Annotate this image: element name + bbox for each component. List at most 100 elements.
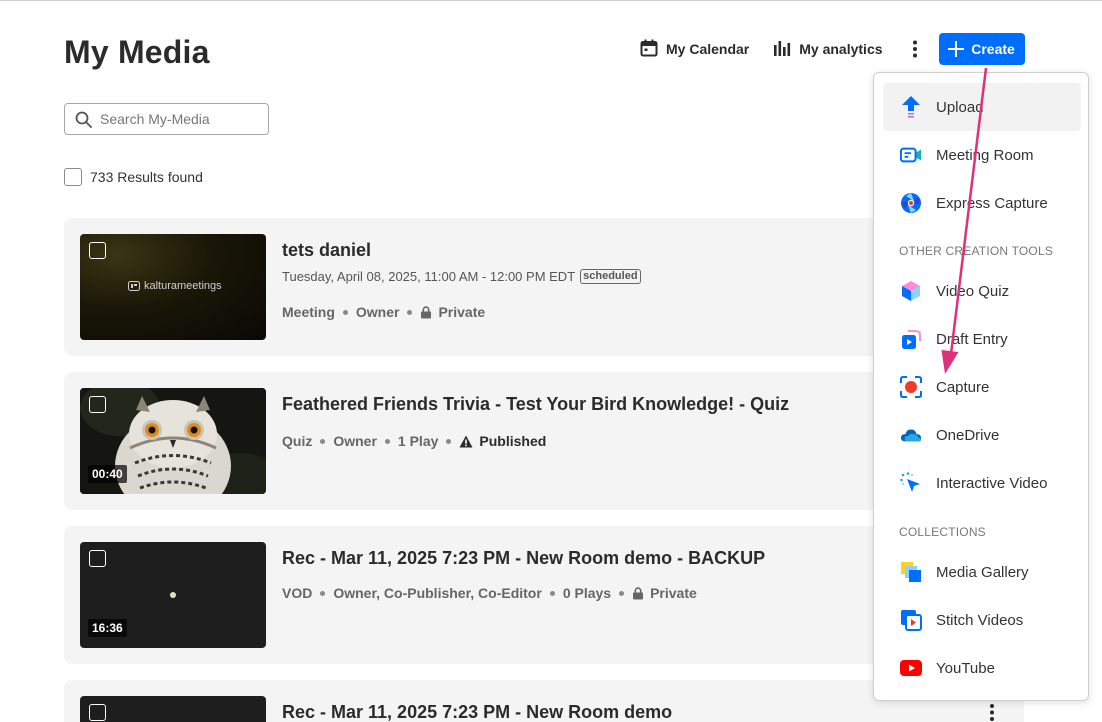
youtube-icon	[900, 657, 922, 679]
entry-actions-button[interactable]	[984, 700, 1000, 722]
entry-plays: 1 Play	[397, 433, 439, 449]
more-vertical-icon	[990, 704, 994, 721]
plus-icon	[948, 41, 965, 57]
create-label: Create	[971, 41, 1015, 57]
entry-status: Published	[479, 433, 547, 449]
menu-item-youtube[interactable]: YouTube	[883, 644, 1081, 692]
entry-thumbnail[interactable]: 16:36	[80, 542, 266, 648]
my-calendar-label: My Calendar	[666, 41, 750, 57]
meta-separator	[320, 590, 326, 596]
search-input[interactable]	[100, 111, 260, 127]
express-capture-icon	[900, 192, 922, 214]
entry-role: Owner	[355, 304, 400, 320]
menu-item-label: Media Gallery	[936, 563, 1029, 581]
entry-date: Tuesday, April 08, 2025, 11:00 AM - 12:0…	[282, 269, 641, 284]
entry-thumbnail[interactable]: 00:40	[80, 388, 266, 494]
interactive-video-icon	[900, 472, 922, 494]
upload-icon	[900, 96, 922, 118]
menu-item-meeting-room[interactable]: Meeting Room	[883, 131, 1081, 179]
meta-separator	[320, 438, 326, 444]
entry-meta: Meeting Owner Private	[282, 304, 485, 320]
entry-role: Owner, Co-Publisher, Co-Editor	[333, 585, 542, 601]
entry-checkbox[interactable]	[89, 704, 106, 721]
meta-separator	[384, 438, 390, 444]
video-quiz-icon	[900, 280, 922, 302]
menu-item-label: Capture	[936, 378, 990, 396]
stitch-videos-icon	[900, 609, 922, 631]
entry-thumbnail[interactable]: kalturameetings	[80, 234, 266, 340]
select-all-checkbox[interactable]	[64, 168, 82, 186]
menu-item-label: Meeting Room	[936, 146, 1034, 164]
entry-thumbnail[interactable]	[80, 696, 266, 722]
results-count: 733 Results found	[90, 169, 203, 185]
create-button[interactable]: Create	[938, 33, 1025, 65]
entry-type: Quiz	[282, 433, 313, 449]
create-dropdown-menu: Upload Meeting Room Express Capture OTHE…	[873, 72, 1089, 701]
onedrive-icon	[900, 424, 922, 446]
entry-role: Owner	[333, 433, 377, 449]
meta-separator	[619, 590, 625, 596]
menu-item-capture[interactable]: Capture	[883, 363, 1081, 411]
calendar-icon	[640, 39, 658, 60]
header-actions: My Calendar My analytics Create	[640, 33, 1025, 65]
menu-item-upload[interactable]: Upload	[883, 83, 1081, 131]
entry-title[interactable]: Rec - Mar 11, 2025 7:23 PM - New Room de…	[282, 548, 765, 569]
menu-item-video-quiz[interactable]: Video Quiz	[883, 267, 1081, 315]
lock-icon	[632, 586, 644, 600]
my-analytics-label: My analytics	[799, 41, 883, 57]
menu-item-media-gallery[interactable]: Media Gallery	[883, 548, 1081, 596]
meta-separator	[342, 309, 348, 315]
analytics-icon	[773, 39, 791, 60]
menu-item-stitch-videos[interactable]: Stitch Videos	[883, 596, 1081, 644]
entry-title[interactable]: Feathered Friends Trivia - Test Your Bir…	[282, 394, 789, 415]
menu-item-onedrive[interactable]: OneDrive	[883, 411, 1081, 459]
entry-meta: VOD Owner, Co-Publisher, Co-Editor 0 Pla…	[282, 585, 697, 601]
entry-type: VOD	[282, 585, 313, 601]
media-gallery-icon	[900, 561, 922, 583]
menu-item-label: YouTube	[936, 659, 995, 677]
meeting-room-icon	[900, 144, 922, 166]
entry-checkbox[interactable]	[89, 550, 106, 567]
kaltura-meetings-logo: kalturameetings	[128, 280, 222, 292]
search-field[interactable]	[64, 103, 269, 135]
menu-item-label: OneDrive	[936, 426, 1000, 444]
entry-checkbox[interactable]	[89, 242, 106, 259]
menu-item-label: Express Capture	[936, 194, 1048, 212]
menu-item-interactive-video[interactable]: Interactive Video	[883, 459, 1081, 507]
more-vertical-icon	[912, 40, 917, 58]
more-options-button[interactable]	[905, 33, 925, 65]
top-divider	[0, 0, 1102, 1]
meta-separator	[407, 309, 413, 315]
status-badge: scheduled	[580, 269, 641, 284]
capture-icon	[900, 376, 922, 398]
entry-title[interactable]: tets daniel	[282, 240, 371, 261]
draft-entry-icon	[900, 328, 922, 350]
menu-item-label: Upload	[936, 98, 984, 116]
entry-meta: Quiz Owner 1 Play Published	[282, 433, 546, 449]
entry-checkbox[interactable]	[89, 396, 106, 413]
menu-item-label: Stitch Videos	[936, 611, 1024, 629]
meta-separator	[446, 438, 452, 444]
entry-type: Meeting	[282, 304, 335, 320]
meta-separator	[549, 590, 555, 596]
entry-privacy: Private	[438, 304, 486, 320]
entry-title[interactable]: Rec - Mar 11, 2025 7:23 PM - New Room de…	[282, 702, 672, 722]
menu-item-label: Video Quiz	[936, 282, 1010, 300]
results-row: 733 Results found	[64, 168, 203, 186]
duration-badge: 00:40	[88, 465, 127, 483]
my-analytics-link[interactable]: My analytics	[773, 39, 883, 60]
entry-privacy: Private	[650, 585, 697, 601]
duration-badge: 16:36	[88, 619, 127, 637]
search-icon	[75, 111, 92, 128]
page-title: My Media	[64, 34, 210, 70]
menu-item-express-capture[interactable]: Express Capture	[883, 179, 1081, 227]
my-calendar-link[interactable]: My Calendar	[640, 39, 749, 60]
lock-icon	[420, 305, 432, 319]
thumbnail-dot	[170, 592, 176, 598]
entry-plays: 0 Plays	[562, 585, 612, 601]
entry-date-text: Tuesday, April 08, 2025, 11:00 AM - 12:0…	[282, 269, 576, 284]
section-header-other-tools: OTHER CREATION TOOLS	[899, 244, 1054, 258]
menu-item-draft-entry[interactable]: Draft Entry	[883, 315, 1081, 363]
warning-icon	[459, 435, 473, 448]
section-header-collections: COLLECTIONS	[899, 525, 986, 539]
